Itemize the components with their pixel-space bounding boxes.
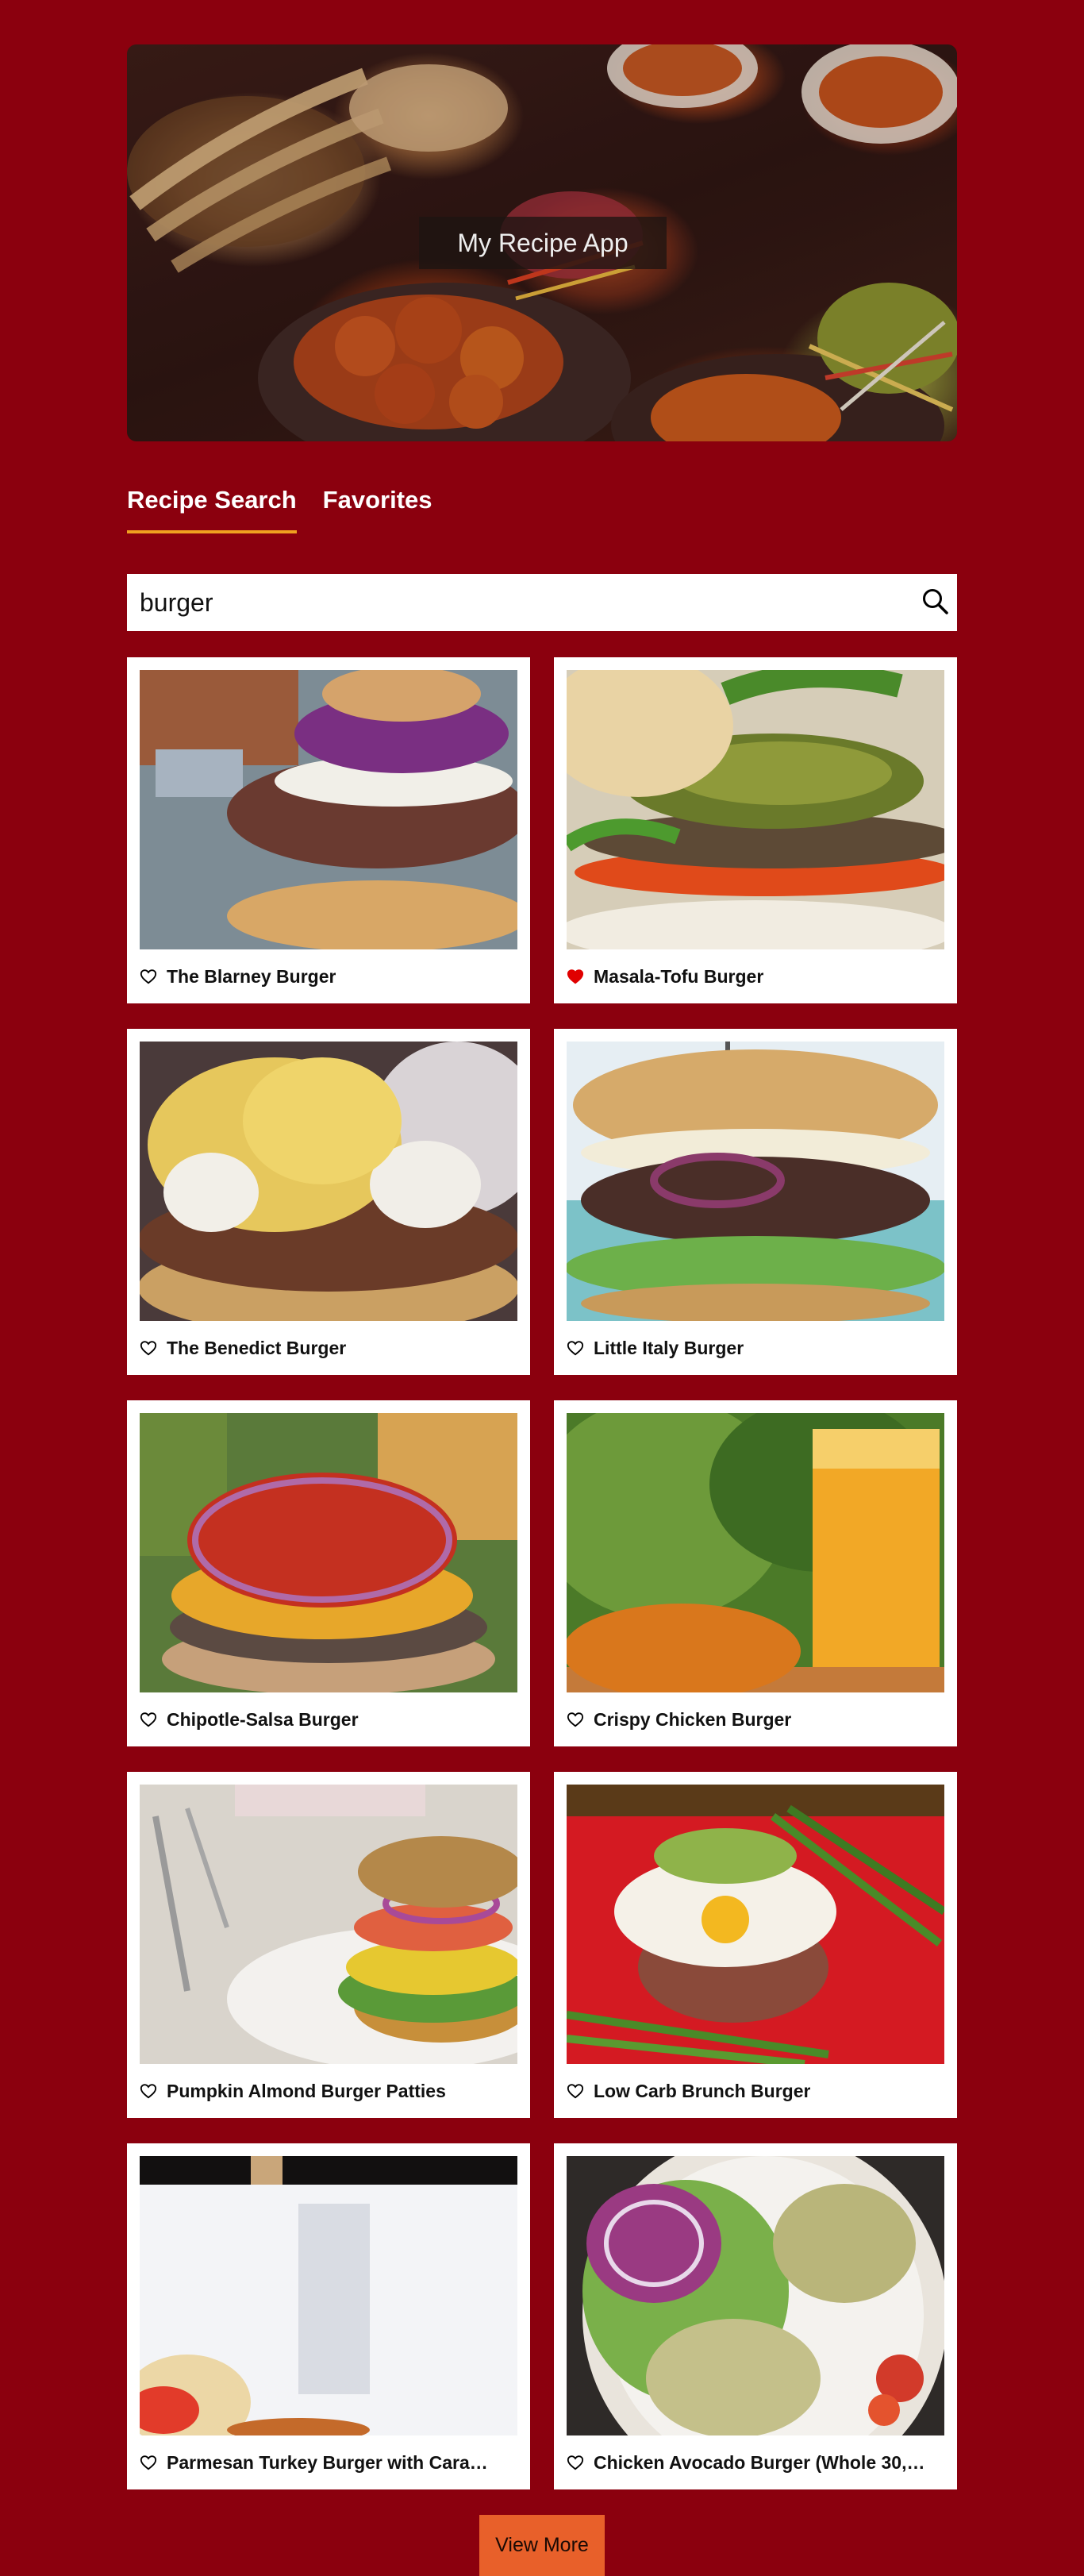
heart-outline-icon[interactable] [567, 1711, 584, 1728]
tab-bar: Recipe Search Favorites [127, 486, 459, 533]
recipe-image[interactable] [567, 670, 944, 949]
heart-outline-icon[interactable] [140, 2454, 157, 2471]
recipe-card[interactable]: Chipotle-Salsa Burger [127, 1400, 530, 1746]
app-title: My Recipe App [457, 228, 628, 257]
recipe-card-footer: Crispy Chicken Burger [567, 1705, 944, 1734]
recipe-card-footer: Masala-Tofu Burger [567, 962, 944, 991]
recipe-image[interactable] [567, 1042, 944, 1321]
recipe-image[interactable] [567, 1413, 944, 1692]
recipe-card[interactable]: Masala-Tofu Burger [554, 657, 957, 1003]
recipe-image[interactable] [140, 1042, 517, 1321]
recipe-card[interactable]: Crispy Chicken Burger [554, 1400, 957, 1746]
recipe-image[interactable] [140, 1413, 517, 1692]
recipe-title[interactable]: Pumpkin Almond Burger Patties [167, 2081, 446, 2102]
recipe-title[interactable]: The Benedict Burger [167, 1338, 346, 1359]
tab-recipe-search[interactable]: Recipe Search [127, 486, 297, 533]
recipe-card[interactable]: Parmesan Turkey Burger with Cara… [127, 2143, 530, 2489]
hero-banner: My Recipe App [127, 44, 957, 441]
recipe-card[interactable]: Low Carb Brunch Burger [554, 1772, 957, 2118]
recipe-image[interactable] [140, 2156, 517, 2435]
recipe-title[interactable]: Crispy Chicken Burger [594, 1709, 791, 1731]
heart-filled-icon[interactable] [567, 968, 584, 985]
heart-outline-icon[interactable] [140, 1339, 157, 1357]
heart-outline-icon[interactable] [567, 2454, 584, 2471]
recipe-title[interactable]: The Blarney Burger [167, 966, 336, 988]
recipe-image[interactable] [567, 2156, 944, 2435]
recipe-title[interactable]: Low Carb Brunch Burger [594, 2081, 810, 2102]
recipe-card[interactable]: Little Italy Burger [554, 1029, 957, 1375]
recipe-card-footer: The Blarney Burger [140, 962, 517, 991]
recipe-card-footer: Pumpkin Almond Burger Patties [140, 2077, 517, 2105]
heart-outline-icon[interactable] [140, 1711, 157, 1728]
search-bar [127, 574, 957, 631]
recipe-card[interactable]: The Benedict Burger [127, 1029, 530, 1375]
recipe-title[interactable]: Chicken Avocado Burger (Whole 30,… [594, 2452, 924, 2474]
recipe-card-footer: Chicken Avocado Burger (Whole 30,… [567, 2448, 944, 2477]
recipe-card[interactable]: Chicken Avocado Burger (Whole 30,… [554, 2143, 957, 2489]
recipe-card-footer: Little Italy Burger [567, 1334, 944, 1362]
tab-favorites[interactable]: Favorites [323, 486, 432, 533]
recipe-card[interactable]: Pumpkin Almond Burger Patties [127, 1772, 530, 2118]
recipe-image[interactable] [140, 670, 517, 949]
view-more-button[interactable]: View More [479, 2515, 605, 2576]
recipe-title[interactable]: Masala-Tofu Burger [594, 966, 763, 988]
heart-outline-icon[interactable] [140, 968, 157, 985]
recipe-card-footer: Chipotle-Salsa Burger [140, 1705, 517, 1734]
heart-outline-icon[interactable] [140, 2082, 157, 2100]
hero-title-box: My Recipe App [419, 217, 667, 269]
recipe-card-footer: The Benedict Burger [140, 1334, 517, 1362]
heart-outline-icon[interactable] [567, 1339, 584, 1357]
recipe-card-footer: Parmesan Turkey Burger with Cara… [140, 2448, 517, 2477]
recipe-title[interactable]: Parmesan Turkey Burger with Cara… [167, 2452, 488, 2474]
heart-outline-icon[interactable] [567, 2082, 584, 2100]
search-icon[interactable] [921, 587, 951, 617]
recipe-title[interactable]: Chipotle-Salsa Burger [167, 1709, 359, 1731]
recipe-title[interactable]: Little Italy Burger [594, 1338, 744, 1359]
search-input[interactable] [127, 574, 889, 631]
recipe-image[interactable] [140, 1785, 517, 2064]
recipe-card[interactable]: The Blarney Burger [127, 657, 530, 1003]
recipe-image[interactable] [567, 1785, 944, 2064]
recipe-card-footer: Low Carb Brunch Burger [567, 2077, 944, 2105]
